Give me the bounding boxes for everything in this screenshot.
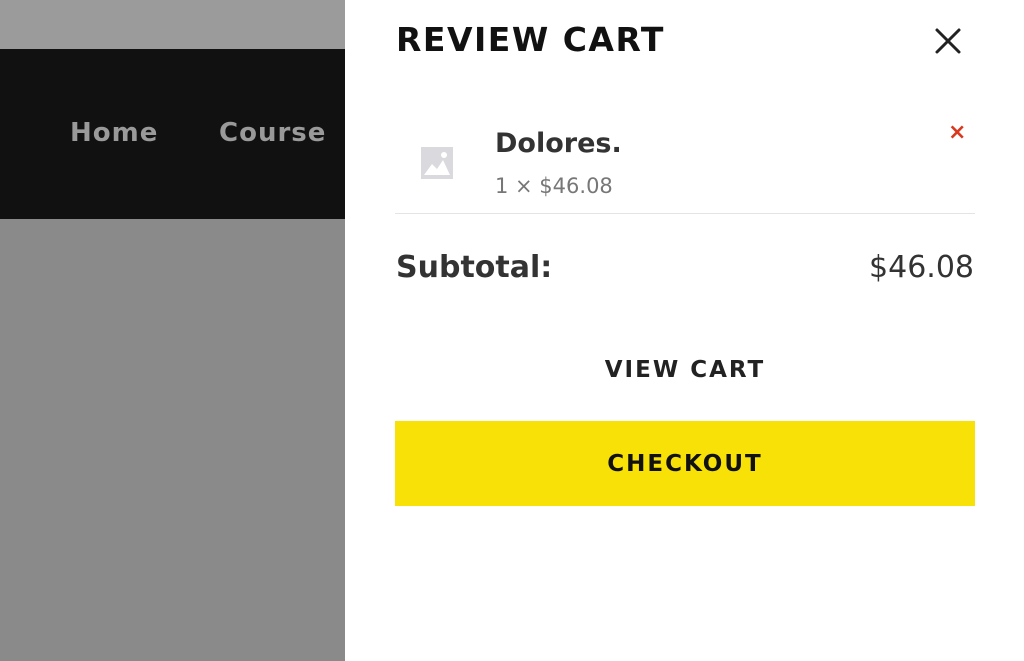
image-placeholder-icon — [420, 146, 454, 180]
cart-item-quantity-price: 1 × $46.08 — [495, 174, 613, 198]
close-icon — [935, 28, 961, 54]
close-button[interactable] — [932, 25, 964, 57]
drawer-title: REVIEW CART — [396, 20, 665, 59]
subtotal-label: Subtotal: — [396, 250, 553, 285]
remove-item-button[interactable]: × — [948, 122, 966, 144]
nav-link-course[interactable]: Course — [219, 118, 326, 148]
cart-item: Dolores. 1 × $46.08 × — [395, 108, 975, 214]
view-cart-button[interactable]: VIEW CART — [395, 337, 975, 403]
item-divider — [395, 213, 975, 214]
cart-drawer: REVIEW CART Dolores. 1 × $46.08 × Subtot… — [345, 0, 1024, 661]
cart-item-name[interactable]: Dolores. — [495, 128, 622, 159]
nav-link-home[interactable]: Home — [70, 118, 158, 148]
subtotal-value: $46.08 — [869, 250, 974, 285]
checkout-button[interactable]: CHECKOUT — [395, 421, 975, 506]
